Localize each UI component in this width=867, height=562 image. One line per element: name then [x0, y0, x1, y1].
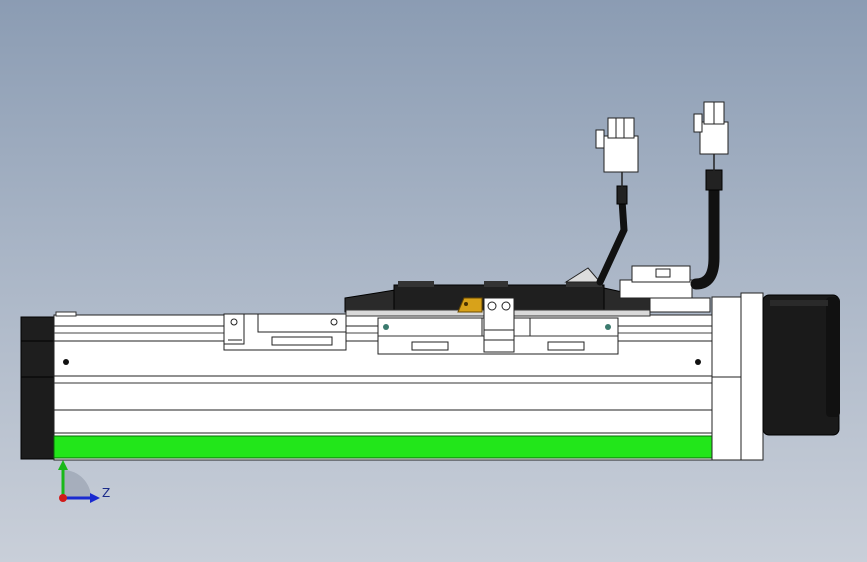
triad-axis-label: Z	[102, 486, 111, 500]
center-clamp[interactable]	[483, 297, 515, 353]
left-carriage-bracket[interactable]	[223, 313, 347, 351]
cad-viewport[interactable]	[0, 0, 867, 562]
left-end-cap[interactable]	[20, 316, 56, 460]
motor-flange[interactable]	[711, 292, 764, 461]
right-cable-connector[interactable]	[690, 101, 729, 290]
left-cable-connector[interactable]	[595, 117, 639, 286]
rail-accent-strip	[53, 435, 713, 459]
servo-motor[interactable]	[762, 294, 840, 436]
coordinate-triad-icon	[58, 460, 100, 503]
